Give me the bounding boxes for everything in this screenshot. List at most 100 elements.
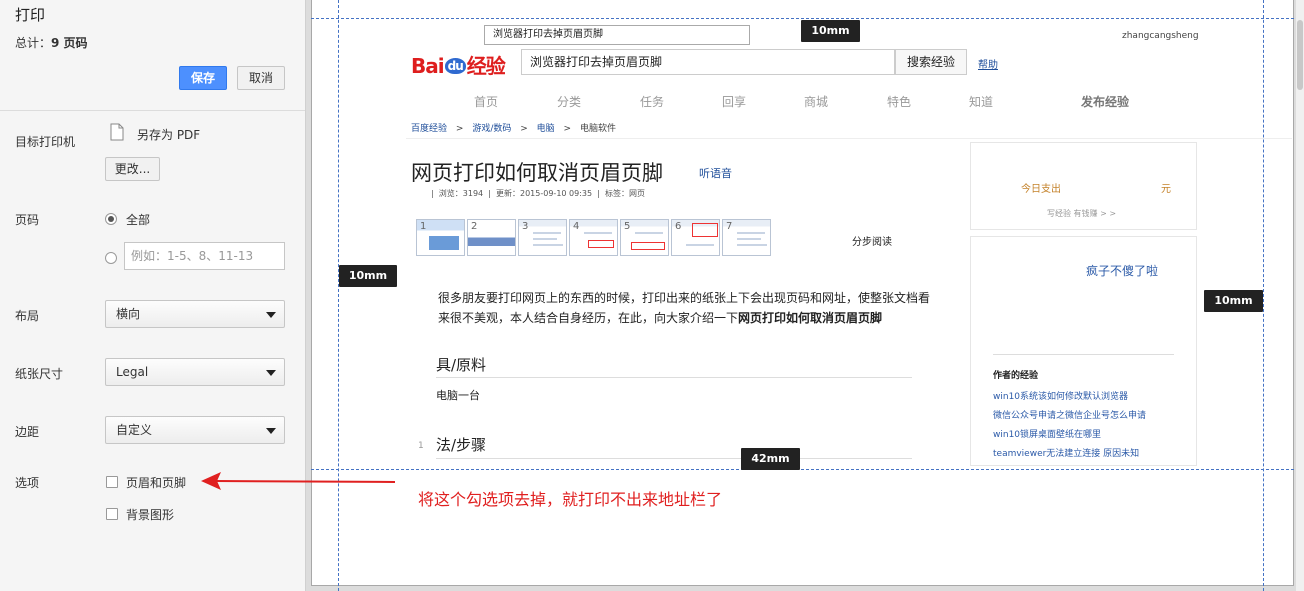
step-read-link[interactable]: 分步阅读: [852, 233, 892, 248]
printer-value: 另存为 PDF: [137, 128, 201, 142]
layout-value: 横向: [116, 307, 141, 321]
search-button[interactable]: 搜索经验: [895, 49, 967, 75]
article-meta: | 浏览：3194 | 更新：2015-09-10 09:35 | 标签：网页: [431, 189, 645, 198]
author-article-link[interactable]: win10锁屏桌面壁纸在哪里: [993, 427, 1101, 440]
intro-line-2: 来很不美观，本人结合自身经历，在此，向大家介绍一下网页打印如何取消页眉页脚: [438, 309, 882, 326]
nav-special[interactable]: 特色: [887, 93, 911, 110]
change-printer-button[interactable]: 更改...: [105, 157, 160, 181]
page-header-title: 浏览器打印去掉页眉页脚: [484, 25, 750, 45]
step-thumbnail[interactable]: 4: [569, 219, 618, 256]
margin-select[interactable]: 自定义: [105, 416, 285, 444]
today-label: 今日支出: [1021, 184, 1061, 195]
annotation-text: 将这个勾选项去掉，就打印不出来地址栏了: [418, 490, 723, 509]
section-tools: 具/原料: [436, 356, 487, 374]
divider: [436, 377, 912, 378]
page-total-prefix: 总计：: [15, 36, 52, 50]
margin-guide-top[interactable]: [311, 18, 1294, 19]
header-footer-checkbox[interactable]: [106, 476, 118, 488]
options-label: 选项: [15, 476, 40, 490]
page-total: 总计：9 页码: [15, 34, 88, 51]
nav-share[interactable]: 回享: [722, 93, 746, 110]
pages-all-radio[interactable]: [105, 213, 117, 225]
background-graphics-checkbox[interactable]: [106, 508, 118, 520]
nav-category[interactable]: 分类: [557, 93, 581, 110]
author-article-link[interactable]: teamviewer无法建立连接 原因未知: [993, 446, 1139, 459]
step-thumbnail[interactable]: 6: [671, 219, 720, 256]
margin-guide-right[interactable]: [1263, 0, 1264, 591]
divider: [993, 354, 1174, 355]
write-experience-link[interactable]: 写经验 有钱赚 > >: [1047, 208, 1116, 219]
divider: [0, 110, 305, 111]
nav-tasks[interactable]: 任务: [640, 93, 664, 110]
logo-text-1: Bai: [411, 54, 445, 78]
author-section-title: 作者的经验: [993, 371, 1039, 381]
intro-line-1: 很多朋友要打印网页上的东西的时候，打印出来的纸张上下会出现页码和网址，使整张文档…: [438, 291, 931, 305]
divider: [406, 138, 1292, 139]
nav-publish[interactable]: 发布经验: [1081, 93, 1129, 110]
help-link[interactable]: 帮助: [978, 56, 998, 71]
cancel-button[interactable]: 取消: [237, 66, 285, 90]
scrollbar[interactable]: [1296, 0, 1304, 591]
pages-custom-radio[interactable]: [105, 252, 117, 264]
print-title: 打印: [15, 6, 46, 24]
background-graphics-label: 背景图形: [126, 508, 175, 522]
step-thumbnail[interactable]: 2: [467, 219, 516, 256]
paper-select[interactable]: Legal: [105, 358, 285, 386]
section-steps: 法/步骤: [436, 436, 487, 454]
logo-text-3: 经验: [466, 54, 506, 78]
nav-zhidao[interactable]: 知道: [969, 93, 993, 110]
paper-label: 纸张尺寸: [15, 367, 64, 381]
crumb-sep: >: [520, 124, 528, 134]
logo-paw: du: [444, 58, 466, 74]
crumb-2[interactable]: 游戏/数码: [472, 124, 511, 134]
print-settings-panel: 打印 总计：9 页码 保存 取消 目标打印机 另存为 PDF 更改... 页码 …: [0, 0, 306, 591]
chevron-down-icon: [266, 370, 276, 376]
annotation-arrow-icon: [201, 472, 396, 490]
crumb-sep: >: [563, 124, 572, 134]
divider: [436, 458, 912, 459]
author-article-link[interactable]: win10系统该如何修改默认浏览器: [993, 389, 1128, 402]
author-article-link[interactable]: 微信公众号申请之微信企业号怎么申请: [993, 408, 1146, 421]
today-unit: 元: [1161, 184, 1171, 195]
crumb-3[interactable]: 电脑: [537, 124, 555, 134]
page-total-value: 9 页码: [51, 36, 88, 50]
chevron-down-icon: [266, 312, 276, 318]
crumb-4: 电脑软件: [579, 124, 616, 134]
nav-home[interactable]: 首页: [474, 93, 498, 110]
layout-select[interactable]: 横向: [105, 300, 285, 328]
step-thumbnail[interactable]: 1: [416, 219, 465, 256]
header-footer-label: 页眉和页脚: [126, 476, 187, 490]
pages-range-input[interactable]: 例如：1-5、8、11-13: [124, 242, 285, 270]
margin-value: 自定义: [116, 423, 153, 437]
step-number: 1: [418, 441, 424, 451]
crumb-1[interactable]: 百度经验: [411, 124, 447, 134]
margin-right-tag: 10mm: [1204, 290, 1263, 312]
layout-label: 布局: [15, 309, 40, 323]
step-thumbnail[interactable]: 3: [518, 219, 567, 256]
step-thumbnail[interactable]: 7: [722, 219, 771, 256]
step-thumbnail[interactable]: 5: [620, 219, 669, 256]
save-button[interactable]: 保存: [179, 66, 227, 90]
printer-label: 目标打印机: [15, 135, 76, 149]
margin-guide-bottom[interactable]: [311, 469, 1294, 470]
margin-left-tag: 10mm: [339, 265, 397, 287]
document-icon: [110, 123, 124, 141]
baidu-logo: Bai du 经验: [411, 50, 506, 79]
margin-bottom-tag: 42mm: [741, 448, 800, 470]
article-title: 网页打印如何取消页眉页脚: [411, 161, 663, 185]
scrollbar-thumb[interactable]: [1297, 20, 1303, 90]
margin-guide-left[interactable]: [338, 0, 339, 591]
search-input[interactable]: 浏览器打印去掉页眉页脚: [521, 49, 895, 75]
paper-value: Legal: [116, 365, 149, 379]
tool-item: 电脑一台: [436, 389, 480, 402]
listen-link[interactable]: 听语音: [699, 165, 732, 181]
breadcrumb: 百度经验 > 游戏/数码 > 电脑 > 电脑软件: [411, 121, 616, 134]
margin-top-tag: 10mm: [801, 20, 860, 42]
chevron-down-icon: [266, 428, 276, 434]
nav-mall[interactable]: 商城: [804, 93, 828, 110]
pages-all-label: 全部: [126, 213, 151, 227]
page-header-user: zhangcangsheng: [1122, 31, 1199, 41]
author-name[interactable]: 疯子不傻了啦: [1086, 262, 1158, 279]
intro-bold: 网页打印如何取消页眉页脚: [738, 311, 883, 325]
intro-text: 来很不美观，本人结合自身经历，在此，向大家介绍一下: [438, 311, 739, 325]
